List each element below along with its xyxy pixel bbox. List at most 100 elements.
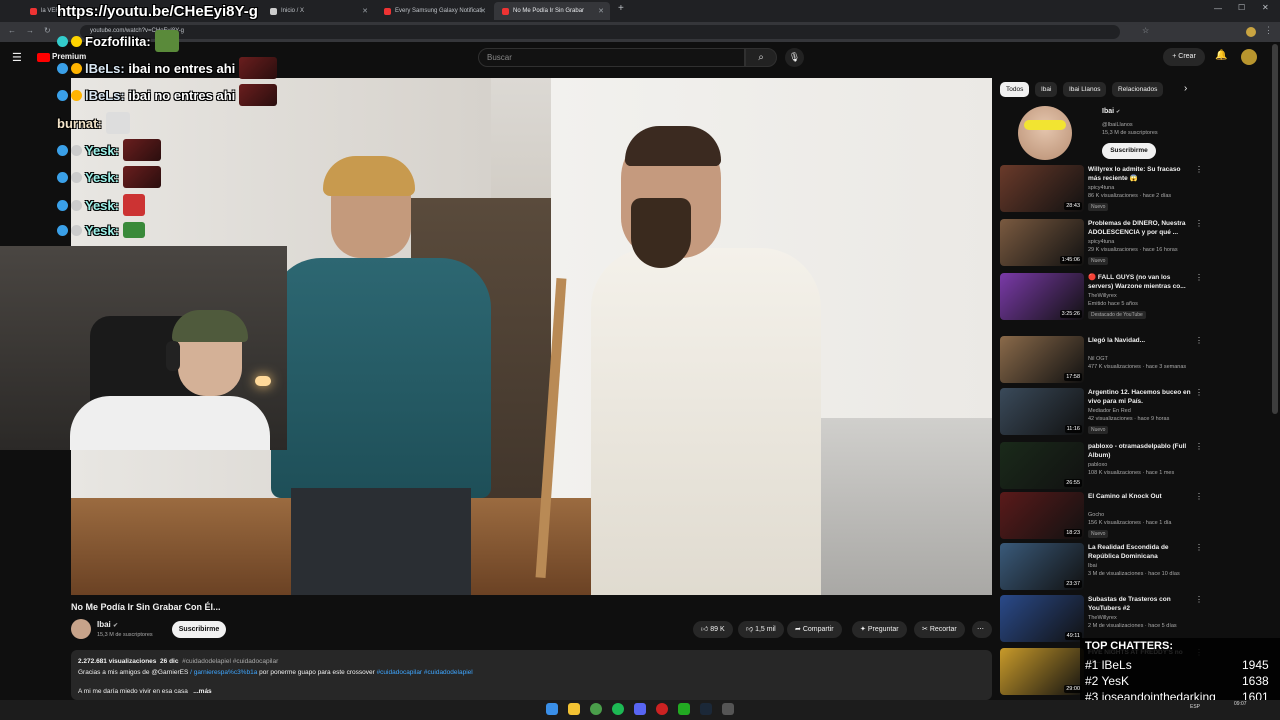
recommendation-title[interactable]: 🔴 FALL GUYS (no van los servers) Warzone… [1088,273,1192,291]
steam-icon[interactable] [700,703,712,715]
description-link[interactable]: / garnierespa%c3%b1a [190,669,257,676]
close-tab-icon[interactable]: ✕ [598,7,604,15]
recommendation-thumbnail[interactable]: 23:37 [1000,543,1084,590]
recommendation-title[interactable]: La Realidad Escondida de República Domin… [1088,543,1192,561]
chip-todos[interactable]: Todos [1000,82,1030,97]
new-tab-button[interactable]: + [618,3,624,14]
create-button[interactable]: + Crear [1163,48,1205,66]
minimize-icon[interactable]: — [1214,4,1222,13]
hamburger-menu-icon[interactable]: ☰ [12,51,22,64]
recommendation-thumbnail[interactable]: 1:45:06 [1000,219,1084,266]
recommendation-thumbnail[interactable]: 3:25:26 [1000,273,1084,320]
recommendation-item[interactable]: 1:45:06 Problemas de DINERO, Nuestra ADOL… [1000,219,1205,269]
chip-ibai-llanos[interactable]: Ibai Llanos [1063,82,1107,97]
recommendation-channel[interactable]: spicy4tuna [1088,239,1114,245]
tab-active[interactable]: No Me Podía Ir Sin Grabar ✕ [494,2,610,20]
app-icon[interactable] [722,703,734,715]
chip-relacionados[interactable]: Relacionados [1112,82,1164,97]
show-more-link[interactable]: ...más [193,688,211,695]
browser-menu-icon[interactable]: ⋮ [1264,25,1273,36]
description-hashtags[interactable]: #cuidadocapilar #cuidadodelapiel [377,669,473,676]
search-icon[interactable]: ⌕ [745,48,777,67]
recommendation-channel[interactable]: pabloxo [1088,462,1107,468]
recommendation-title[interactable]: Subastas de Trasteros con YouTubers #2 [1088,595,1192,613]
recommendation-channel[interactable]: Nil OGT [1088,356,1108,362]
sidebar-channel-name[interactable]: Ibai ✔ [1102,108,1120,115]
search-input[interactable]: Buscar [478,48,745,67]
close-tab-icon[interactable]: ✕ [480,7,486,15]
more-options-icon[interactable]: ⋮ [1195,336,1203,345]
sidebar-subscribe-button[interactable]: Suscribirme [1102,143,1156,159]
more-options-icon[interactable]: ⋮ [1195,388,1203,397]
page-scrollbar[interactable] [1272,44,1278,414]
recommendation-thumbnail[interactable]: 49:11 [1000,595,1084,642]
recommendation-channel[interactable]: Gocho [1088,512,1104,518]
recommendation-thumbnail[interactable]: 29:00 [1000,648,1084,695]
recommendation-title[interactable]: El Camino al Knock Out [1088,492,1192,501]
recommendation-item[interactable]: 26:55 pabloxo - otramasdelpablo (Full Alb… [1000,442,1205,492]
more-actions-button[interactable]: ⋯ [972,621,992,638]
more-options-icon[interactable]: ⋮ [1195,595,1203,604]
recommendation-thumbnail[interactable]: 17:58 [1000,336,1084,383]
recommendation-thumbnail[interactable]: 11:16 [1000,388,1084,435]
recommendation-thumbnail[interactable]: 26:55 [1000,442,1084,489]
forward-icon[interactable]: → [26,26,34,35]
recommendation-title[interactable]: Willyrex lo admite: Su fracaso más recie… [1088,165,1192,183]
close-window-icon[interactable]: ✕ [1262,3,1269,12]
taskbar-clock[interactable]: 09:07 [1234,701,1247,708]
discord-icon[interactable] [634,703,646,715]
url-field[interactable]: youtube.com/watch?v=CHeEyi8Y-g [80,25,1120,39]
sidebar-channel-avatar[interactable] [1018,106,1072,160]
recommendation-title[interactable]: Llegó la Navidad... [1088,336,1192,345]
recommendation-thumbnail[interactable]: 18:23 [1000,492,1084,539]
obs-icon[interactable] [656,703,668,715]
profile-avatar[interactable] [1246,27,1256,37]
subscribe-button[interactable]: Suscribirme [172,621,226,638]
more-options-icon[interactable]: ⋮ [1195,165,1203,174]
tab-2[interactable]: Inicio / X ✕ [262,2,374,20]
channel-name[interactable]: Ibai ✔ [97,620,118,629]
recommendation-channel[interactable]: TheWillyrex [1088,293,1117,299]
recommendation-item[interactable]: 3:25:26 🔴 FALL GUYS (no van los servers) … [1000,273,1205,323]
maximize-icon[interactable]: ☐ [1238,3,1245,12]
more-options-icon[interactable]: ⋮ [1195,492,1203,501]
more-options-icon[interactable]: ⋮ [1195,219,1203,228]
chip-ibai[interactable]: Ibai [1035,82,1058,97]
microphone-icon[interactable]: 🎙 [785,48,804,67]
spotify-icon[interactable] [612,703,624,715]
dislike-button[interactable]: 👎︎ 1,5 mil [738,621,784,638]
account-avatar[interactable] [1241,49,1257,65]
notifications-bell-icon[interactable]: 🔔 [1215,50,1227,61]
chevron-right-icon[interactable]: › [1184,83,1187,94]
recommendation-title[interactable]: Problemas de DINERO, Nuestra ADOLESCENCI… [1088,219,1192,237]
recommendation-channel[interactable]: Ibai [1088,563,1097,569]
recommendation-channel[interactable]: TheWillyrex [1088,615,1117,621]
more-options-icon[interactable]: ⋮ [1195,273,1203,282]
clip-button[interactable]: ✂ Recortar [914,621,965,638]
language-indicator[interactable]: ESP [1190,704,1200,710]
recommendation-item[interactable]: 11:16 Argentino 12. Hacemos buceo en vivo… [1000,388,1205,438]
recommendation-channel[interactable]: spicy4tuna [1088,185,1114,191]
chrome-icon[interactable] [590,703,602,715]
reload-icon[interactable]: ↻ [44,26,51,35]
tab-3[interactable]: Every Samsung Galaxy Notificati ✕ [376,2,492,20]
ask-button[interactable]: ✦ Preguntar [852,621,907,638]
more-options-icon[interactable]: ⋮ [1195,543,1203,552]
back-icon[interactable]: ← [8,26,16,35]
app-icon[interactable] [678,703,690,715]
youtube-logo-icon[interactable] [37,53,50,62]
recommendation-item[interactable]: 28:43 Willyrex lo admite: Su fracaso más … [1000,165,1205,215]
recommendation-item[interactable]: 17:58 Llegó la Navidad... Nil OGT 477 K vis… [1000,336,1205,386]
recommendation-title[interactable]: Argentino 12. Hacemos buceo en vivo para… [1088,388,1192,406]
like-button[interactable]: 👍︎ 89 K [693,621,733,638]
recommendation-thumbnail[interactable]: 28:43 [1000,165,1084,212]
recommendation-item[interactable]: 23:37 La Realidad Escondida de República … [1000,543,1205,593]
bookmark-star-icon[interactable]: ☆ [1142,26,1149,35]
recommendation-item[interactable]: 18:23 El Camino al Knock Out Gocho 156 K vi… [1000,492,1205,542]
recommendation-channel[interactable]: Mediador En Red [1088,408,1131,414]
file-explorer-icon[interactable] [568,703,580,715]
more-options-icon[interactable]: ⋮ [1195,442,1203,451]
channel-avatar[interactable] [71,619,91,639]
recommendation-title[interactable]: pabloxo - otramasdelpablo (Full Album) [1088,442,1192,460]
share-button[interactable]: ➦ Compartir [787,621,842,638]
